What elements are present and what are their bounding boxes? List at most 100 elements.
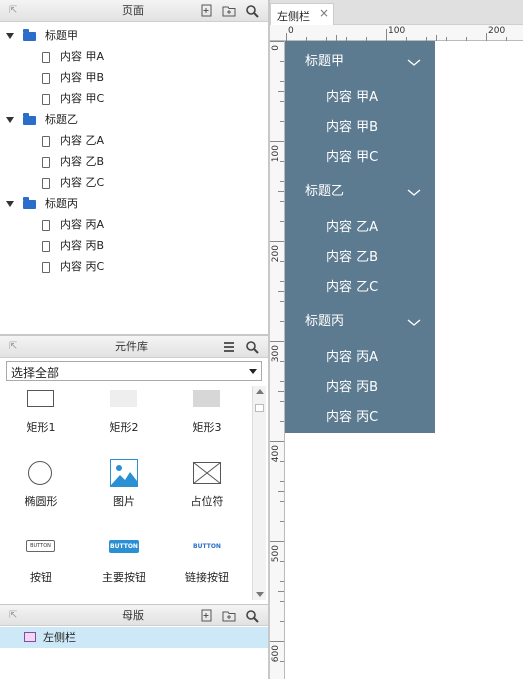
master-icon — [24, 632, 36, 642]
add-master-icon[interactable] — [200, 609, 214, 623]
widget-button[interactable]: BUTTON 按钮 — [8, 538, 74, 590]
accordion-item[interactable]: 内容 乙A — [285, 213, 435, 243]
accordion-item-label: 内容 甲A — [326, 90, 379, 105]
accordion-item[interactable]: 内容 甲A — [285, 83, 435, 113]
design-canvas[interactable]: 标题甲 内容 甲A 内容 甲B 内容 甲C 标题乙 内容 乙A 内容 乙B 内容… — [285, 41, 523, 679]
search-icon[interactable] — [245, 340, 259, 354]
widget-label: 按钮 — [30, 571, 52, 584]
tree-page-row[interactable]: 内容 丙C — [42, 256, 104, 277]
tree-folder-row[interactable]: 标题乙 — [6, 109, 78, 130]
master-row-selected[interactable]: 左侧栏 — [0, 627, 268, 648]
widget-placeholder[interactable]: 占位符 — [174, 458, 240, 510]
accordion-item[interactable]: 内容 乙B — [285, 243, 435, 273]
widget-rectangle-2[interactable]: 矩形2 — [91, 386, 157, 438]
accordion-item[interactable]: 内容 丙B — [285, 373, 435, 403]
ruler-left: 0 100 200 300 400 500 600 — [270, 41, 285, 679]
search-icon[interactable] — [245, 4, 259, 18]
accordion-item[interactable]: 内容 丙C — [285, 403, 435, 433]
widget-link-button[interactable]: BUTTON 链接按钮 — [174, 538, 240, 590]
tab-left-sidebar[interactable]: 左侧栏 × — [270, 3, 334, 25]
widget-label: 椭圆形 — [24, 495, 58, 508]
tree-page-row[interactable]: 内容 甲B — [42, 67, 104, 88]
folder-label: 标题甲 — [45, 29, 78, 42]
widget-label: 主要按钮 — [102, 571, 146, 584]
widget-rectangle-3[interactable]: 矩形3 — [174, 386, 240, 438]
rectangle-icon — [27, 390, 54, 407]
tree-page-row[interactable]: 内容 乙B — [42, 151, 104, 172]
folder-label: 标题乙 — [45, 113, 78, 126]
menu-icon[interactable] — [222, 340, 236, 354]
accordion-sidebar[interactable]: 标题甲 内容 甲A 内容 甲B 内容 甲C 标题乙 内容 乙A 内容 乙B 内容… — [285, 41, 435, 433]
ruler-left-label: 300 — [271, 345, 281, 363]
expand-triangle-icon[interactable] — [6, 33, 14, 39]
widget-label: 占位符 — [190, 495, 224, 508]
page-icon — [42, 177, 50, 189]
tree-page-row[interactable]: 内容 甲A — [42, 46, 104, 67]
widget-ellipse[interactable]: 椭圆形 — [8, 458, 74, 510]
ruler-left-label: 200 — [271, 245, 281, 263]
accordion-header[interactable]: 标题乙 — [285, 177, 435, 207]
widget-primary-button[interactable]: BUTTON 主要按钮 — [91, 538, 157, 590]
ruler-left-label: 600 — [271, 645, 281, 663]
accordion-title: 标题乙 — [305, 184, 345, 199]
widget-label: 矩形1 — [26, 421, 56, 434]
accordion-item[interactable]: 内容 乙C — [285, 273, 435, 303]
chevron-down-icon — [249, 369, 257, 374]
link-button-icon: BUTTON — [193, 543, 221, 550]
tree-folder-row[interactable]: 标题丙 — [6, 193, 78, 214]
page-label: 内容 甲C — [60, 92, 105, 105]
add-folder-icon[interactable] — [222, 4, 236, 18]
masters-panel-header: ⇱ 母版 — [0, 604, 268, 626]
page-label: 内容 乙C — [60, 176, 105, 189]
page-icon — [42, 93, 50, 105]
add-page-icon[interactable] — [200, 4, 214, 18]
rectangle-icon — [193, 390, 220, 407]
library-select[interactable]: 选择全部 — [6, 361, 262, 381]
scrollbar-thumb[interactable] — [255, 404, 264, 412]
ruler-top: 0 100 200 — [270, 25, 523, 41]
widget-image[interactable]: 图片 — [91, 458, 157, 510]
collapse-icon[interactable]: ⇱ — [9, 610, 17, 621]
tree-page-row[interactable]: 内容 乙A — [42, 130, 104, 151]
library-scrollbar[interactable] — [252, 386, 266, 600]
tree-folder-row[interactable]: 标题甲 — [6, 25, 78, 46]
chevron-down-icon — [407, 59, 421, 66]
widget-label: 链接按钮 — [185, 571, 229, 584]
accordion-item[interactable]: 内容 丙A — [285, 343, 435, 373]
scroll-down-icon[interactable] — [256, 592, 264, 597]
accordion-header[interactable]: 标题甲 — [285, 47, 435, 77]
accordion-title: 标题甲 — [305, 54, 345, 69]
accordion-item-label: 内容 乙C — [326, 280, 379, 295]
accordion-item[interactable]: 内容 甲C — [285, 143, 435, 173]
tab-bar: 左侧栏 × — [270, 0, 523, 25]
ellipse-icon — [28, 461, 52, 485]
pages-panel-title: 页面 — [122, 4, 144, 17]
collapse-icon[interactable]: ⇱ — [9, 5, 17, 16]
library-widget-grid: 矩形1 矩形2 矩形3 椭圆形 图片 占位符 BUTTON 按钮 BUTTON … — [0, 386, 252, 600]
tree-page-row[interactable]: 内容 乙C — [42, 172, 104, 193]
widget-label: 矩形3 — [192, 421, 222, 434]
accordion-item[interactable]: 内容 甲B — [285, 113, 435, 143]
accordion-title: 标题丙 — [305, 314, 345, 329]
accordion-item-label: 内容 乙B — [326, 250, 379, 265]
search-icon[interactable] — [245, 609, 259, 623]
widget-rectangle-1[interactable]: 矩形1 — [8, 386, 74, 438]
tree-page-row[interactable]: 内容 甲C — [42, 88, 104, 109]
tree-page-row[interactable]: 内容 丙B — [42, 235, 104, 256]
collapse-icon[interactable]: ⇱ — [9, 341, 17, 352]
folder-icon — [22, 112, 36, 125]
button-icon: BUTTON — [26, 540, 55, 552]
close-icon[interactable]: × — [319, 6, 329, 20]
folder-label: 标题丙 — [45, 197, 78, 210]
tree-page-row[interactable]: 内容 丙A — [42, 214, 104, 235]
library-panel-title: 元件库 — [115, 340, 148, 353]
accordion-header[interactable]: 标题丙 — [285, 307, 435, 337]
scroll-up-icon[interactable] — [256, 389, 264, 394]
expand-triangle-icon[interactable] — [6, 117, 14, 123]
ruler-left-label: 500 — [271, 545, 281, 563]
add-folder-icon[interactable] — [222, 609, 236, 623]
masters-panel-title: 母版 — [122, 609, 144, 622]
master-label: 左侧栏 — [43, 631, 76, 644]
expand-triangle-icon[interactable] — [6, 201, 14, 207]
accordion-item-label: 内容 丙A — [326, 350, 379, 365]
